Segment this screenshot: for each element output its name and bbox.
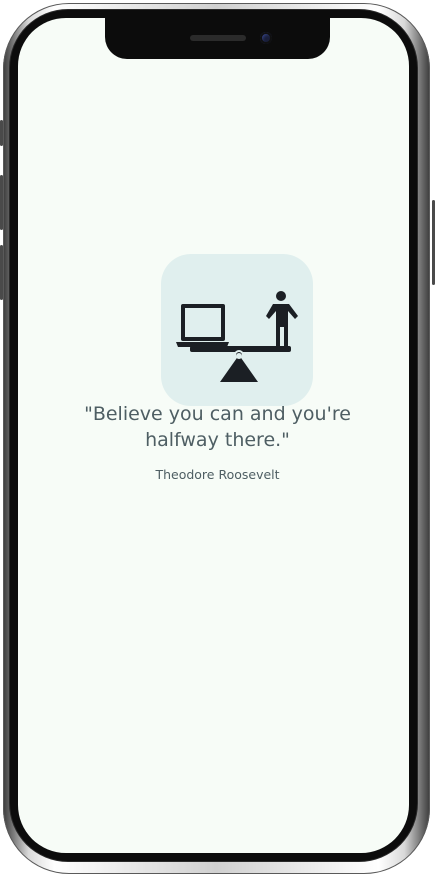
app-screen: "Believe you can and you're halfway ther… <box>18 18 409 853</box>
app-logo <box>161 254 313 406</box>
quote-line-1: "Believe you can and you're <box>84 403 351 425</box>
quote-line-2: halfway there." <box>145 429 290 451</box>
front-camera-icon <box>260 32 272 44</box>
notch <box>105 15 330 59</box>
quote-text: "Believe you can and you're halfway ther… <box>70 401 365 453</box>
device-mockup: "Believe you can and you're halfway ther… <box>0 0 435 879</box>
laptop-person-balance-icon <box>176 291 298 382</box>
speaker-grille <box>190 35 246 41</box>
quote-author: Theodore Roosevelt <box>155 467 280 482</box>
